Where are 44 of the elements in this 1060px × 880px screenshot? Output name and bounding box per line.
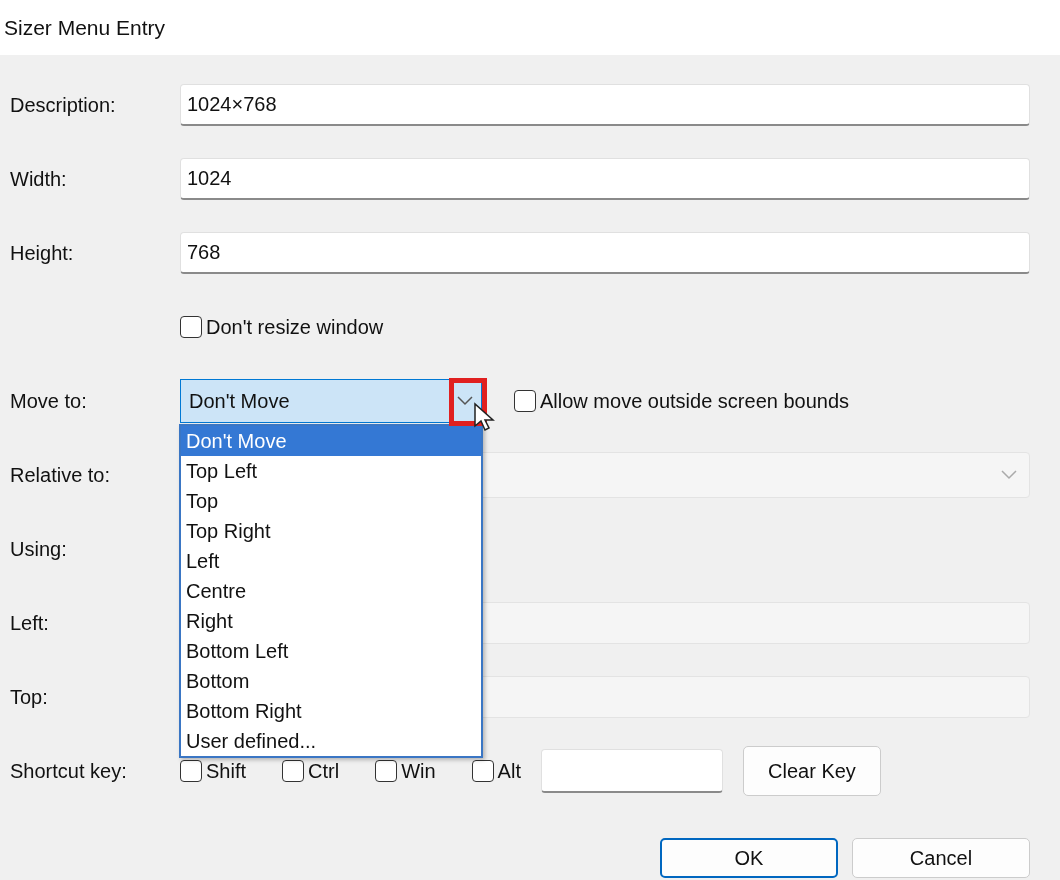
dropdown-option[interactable]: Top [181,486,481,516]
clear-key-button[interactable]: Clear Key [742,746,881,796]
text-field[interactable]: 1024 [180,158,1030,200]
dropdown-option[interactable]: Bottom Right [181,696,481,726]
checkbox[interactable]: Shift [180,759,247,783]
dropdown-option[interactable]: Top Right [181,516,481,546]
dropdown-option[interactable]: Centre [181,576,481,606]
chevron-down-icon [1001,470,1017,480]
field-label: Move to: [10,389,88,413]
field-label: Top: [10,685,49,709]
dropdown-option[interactable]: Bottom [181,666,481,696]
checkbox-label: Shift [206,759,247,783]
field-label: Using: [10,537,68,561]
checkbox-square[interactable] [180,760,202,782]
chevron-down-icon [457,396,473,406]
field-label: Description: [10,93,117,117]
text-field[interactable]: 768 [180,232,1030,274]
checkbox[interactable]: Alt [471,759,521,783]
dropdown-option[interactable]: Left [181,546,481,576]
field-label: Relative to: [10,463,112,487]
dropdown-option[interactable]: Bottom Left [181,636,481,666]
checkbox[interactable]: Ctrl [282,759,340,783]
field-label: Shortcut key: [10,759,128,783]
field-label: Width: [10,167,68,191]
checkbox-square[interactable] [180,316,202,338]
checkbox-square[interactable] [375,760,398,782]
window-title: Sizer Menu Entry [4,15,166,40]
dialog-button[interactable]: OK [660,838,838,878]
checkbox-label: Win [401,759,436,783]
dropdown-option[interactable]: Right [181,606,481,636]
checkbox-label: Alt [497,759,521,783]
dialog-button[interactable]: Cancel [852,838,1030,878]
field-label: Left: [10,611,50,635]
dropdown-option[interactable]: Top Left [181,456,481,486]
checkbox-square[interactable] [282,760,305,782]
hotkey-field[interactable] [540,749,723,793]
checkbox[interactable]: Win [375,759,436,783]
checkbox-square[interactable] [471,760,494,782]
text-field[interactable]: 1024×768 [180,84,1030,126]
dropdown-option[interactable]: Don't Move [181,426,481,456]
checkbox-square[interactable] [514,390,536,412]
dropdown-option[interactable]: User defined... [181,726,481,756]
field-label: Height: [10,241,75,265]
checkbox-label: Ctrl [308,759,340,783]
